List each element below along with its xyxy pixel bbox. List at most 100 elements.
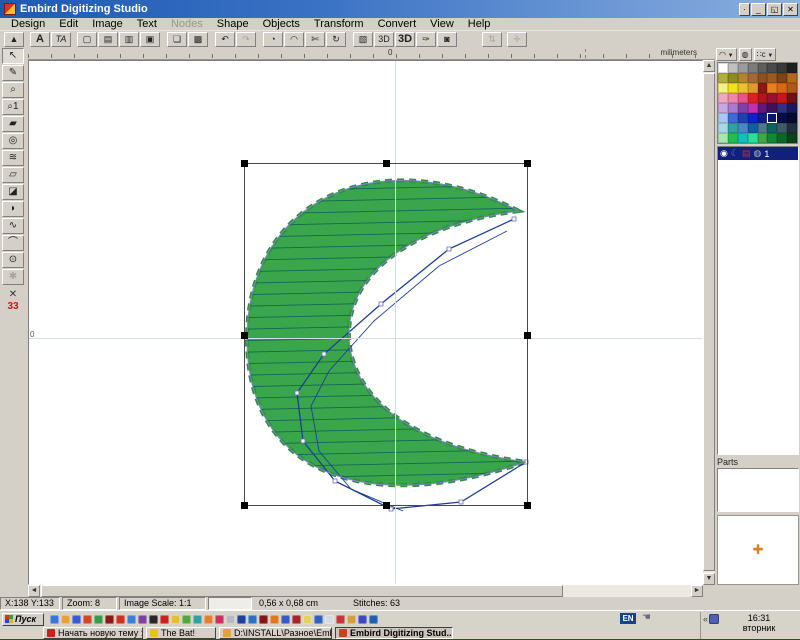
quick-launch-icon-14[interactable] — [204, 615, 213, 624]
toolbar-save-design-button[interactable]: ▣ — [140, 32, 160, 47]
palette-color-16[interactable] — [718, 83, 728, 93]
quick-launch-icon-16[interactable] — [226, 615, 235, 624]
quick-launch-icon-3[interactable] — [83, 615, 92, 624]
menu-image[interactable]: Image — [85, 18, 130, 30]
object-list-item[interactable]: ◉ ☾ ▤ ◍ 1 — [718, 147, 798, 160]
selection-handle[interactable] — [524, 502, 531, 509]
tray-app-icon[interactable] — [709, 614, 719, 624]
scroll-up-button[interactable]: ▲ — [703, 60, 715, 72]
palette-color-30[interactable] — [777, 93, 787, 103]
palette-color-23[interactable] — [787, 83, 797, 93]
palette-color-46[interactable] — [777, 113, 787, 123]
task-button-1[interactable]: The Bat! — [146, 627, 216, 639]
task-button-3[interactable]: Embird Digitizing Stud... — [335, 627, 453, 639]
palette-color-18[interactable] — [738, 83, 748, 93]
palette-color-29[interactable] — [767, 93, 777, 103]
palette-color-20[interactable] — [758, 83, 768, 93]
quick-launch-icon-12[interactable] — [182, 615, 191, 624]
visibility-eye-icon[interactable]: ◉ — [720, 148, 728, 159]
palette-color-15[interactable] — [787, 73, 797, 83]
palette-color-12[interactable] — [758, 73, 768, 83]
ring-tool[interactable]: ◎ — [2, 133, 24, 149]
toolbar-thread-catalog-button[interactable]: ◙ — [437, 32, 457, 47]
palette-color-63[interactable] — [787, 133, 797, 143]
palette-color-26[interactable] — [738, 93, 748, 103]
task-button-0[interactable]: Начать новую тему :: В... — [43, 627, 143, 639]
palette-color-2[interactable] — [738, 63, 748, 73]
palette-color-42[interactable] — [738, 113, 748, 123]
palette-color-44[interactable] — [758, 113, 768, 123]
toolbar-merge-design-button[interactable]: ▥ — [119, 32, 139, 47]
palette-color-39[interactable] — [787, 103, 797, 113]
palette-color-56[interactable] — [718, 133, 728, 143]
language-indicator[interactable]: EN — [620, 613, 636, 624]
menu-design[interactable]: Design — [4, 18, 52, 30]
quick-launch-icon-8[interactable] — [138, 615, 147, 624]
toolbar-text-tool-button[interactable]: A — [30, 32, 50, 47]
toolbar-stitch-generator-button[interactable]: ▧ — [353, 32, 373, 47]
palette-color-24[interactable] — [718, 93, 728, 103]
quick-launch-icon-2[interactable] — [72, 615, 81, 624]
palette-color-40[interactable] — [718, 113, 728, 123]
parts-list[interactable] — [717, 468, 799, 512]
menu-text[interactable]: Text — [130, 18, 164, 30]
palette-color-57[interactable] — [728, 133, 738, 143]
palette-color-8[interactable] — [718, 73, 728, 83]
vertical-scrollbar[interactable]: ▲ ▼ — [703, 60, 715, 585]
quick-launch-icon-11[interactable] — [171, 615, 180, 624]
scroll-left-button[interactable]: ◄ — [28, 585, 40, 597]
selection-handle[interactable] — [524, 332, 531, 339]
rollup-button[interactable]: · — [739, 3, 750, 16]
applique-tool[interactable]: ◪ — [2, 184, 24, 200]
quick-launch-icon-7[interactable] — [127, 615, 136, 624]
palette-color-7[interactable] — [787, 63, 797, 73]
tray-hand-icon[interactable]: ☚ — [642, 612, 651, 623]
quick-launch-icon-5[interactable] — [105, 615, 114, 624]
quick-launch-icon-21[interactable] — [281, 615, 290, 624]
palette-color-49[interactable] — [728, 123, 738, 133]
menu-transform[interactable]: Transform — [307, 18, 371, 30]
toolbar-stitch-editor-button[interactable]: ✑ — [416, 32, 436, 47]
scroll-right-button[interactable]: ► — [691, 585, 703, 597]
quick-launch-icon-15[interactable] — [215, 615, 224, 624]
palette-color-6[interactable] — [777, 63, 787, 73]
palette-color-51[interactable] — [748, 123, 758, 133]
horizontal-scrollbar[interactable]: ◄ ► — [28, 585, 703, 597]
palette-color-19[interactable] — [748, 83, 758, 93]
toolbar-density-gauge-button[interactable]: ◠ — [284, 32, 304, 47]
start-button[interactable]: Пуск — [2, 613, 44, 626]
quick-launch-icon-6[interactable] — [116, 615, 125, 624]
selection-handle[interactable] — [241, 160, 248, 167]
palette-color-4[interactable] — [758, 63, 768, 73]
toolbar-3d-preview-button[interactable]: 3D — [374, 32, 394, 47]
quick-launch-icon-28[interactable] — [358, 615, 367, 624]
quick-launch-icon-29[interactable] — [369, 615, 378, 624]
palette-color-21[interactable] — [767, 83, 777, 93]
quick-launch-icon-10[interactable] — [160, 615, 169, 624]
palette-color-22[interactable] — [777, 83, 787, 93]
palette-color-60[interactable] — [758, 133, 768, 143]
quick-launch-icon-23[interactable] — [303, 615, 312, 624]
scroll-down-button[interactable]: ▼ — [703, 573, 715, 585]
minimize-button[interactable]: _ — [751, 3, 766, 16]
tray-chevron-icon[interactable]: « — [703, 614, 708, 639]
toolbar-new-design-button[interactable]: ▢ — [77, 32, 97, 47]
restore-button[interactable]: ◱ — [767, 3, 782, 16]
palette-color-38[interactable] — [777, 103, 787, 113]
palette-color-58[interactable] — [738, 133, 748, 143]
palette-color-35[interactable] — [748, 103, 758, 113]
menu-edit[interactable]: Edit — [52, 18, 85, 30]
quick-launch-icon-1[interactable] — [61, 615, 70, 624]
color-order-button[interactable]: ∷c ▼ — [754, 48, 777, 61]
toolbar-trim-button[interactable]: ✄ — [305, 32, 325, 47]
dropdown-arrow-icon[interactable]: ▼ — [726, 53, 734, 59]
menu-view[interactable]: View — [423, 18, 461, 30]
palette-color-11[interactable] — [748, 73, 758, 83]
palette-color-1[interactable] — [728, 63, 738, 73]
edit-nodes-tool[interactable]: ✎ — [2, 65, 24, 81]
palette-color-32[interactable] — [718, 103, 728, 113]
toolbar-open-design-button[interactable]: ▤ — [98, 32, 118, 47]
select-tool[interactable]: ↖ — [2, 48, 24, 64]
design-canvas[interactable]: 0 — [28, 60, 703, 585]
palette-color-48[interactable] — [718, 123, 728, 133]
